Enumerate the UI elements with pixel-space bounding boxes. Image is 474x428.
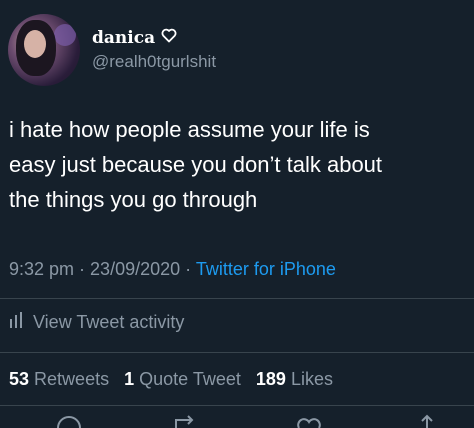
- likes-stat[interactable]: 189 Likes: [256, 369, 333, 389]
- author-handle[interactable]: @realh0tgurlshit: [92, 52, 216, 72]
- quote-tweets-stat[interactable]: 1 Quote Tweet: [124, 369, 241, 389]
- display-name-text: danica: [92, 28, 156, 48]
- author-names: danica @realh0tgurlshit: [92, 28, 216, 72]
- likes-label: Likes: [290, 369, 333, 389]
- avatar-face: [24, 30, 46, 58]
- meta-separator: ·: [74, 259, 91, 279]
- heart-outline-icon: [161, 28, 177, 48]
- avatar-background: [54, 24, 76, 46]
- tweet-time[interactable]: 9:32 pm: [9, 259, 74, 279]
- avatar[interactable]: [8, 14, 80, 86]
- retweets-stat[interactable]: 53 Retweets: [9, 369, 109, 389]
- meta-separator: ·: [180, 259, 196, 279]
- divider: [0, 352, 474, 353]
- tweet-text: i hate how people assume your life is ea…: [9, 117, 383, 212]
- retweet-icon[interactable]: [172, 414, 198, 428]
- divider: [0, 298, 474, 299]
- likes-count: 189: [255, 369, 286, 389]
- retweets-count: 53: [9, 369, 30, 389]
- tweet-date[interactable]: 23/09/2020: [90, 259, 180, 279]
- retweets-label: Retweets: [34, 369, 110, 389]
- tweet-source-link[interactable]: Twitter for iPhone: [196, 259, 336, 279]
- divider: [0, 405, 474, 406]
- tweet-meta: 9:32 pm · 23/09/2020 · Twitter for iPhon…: [9, 259, 336, 280]
- view-tweet-activity-label: View Tweet activity: [33, 312, 185, 332]
- quote-tweets-count: 1: [124, 369, 135, 389]
- like-icon[interactable]: [296, 414, 322, 428]
- share-icon[interactable]: [416, 414, 438, 428]
- bar-chart-icon: [9, 312, 23, 333]
- quote-tweets-label: Quote Tweet: [139, 369, 241, 389]
- author-display-name[interactable]: danica: [92, 28, 216, 48]
- tweet-stats: 53 Retweets 1 Quote Tweet 189 Likes: [9, 369, 343, 390]
- view-tweet-activity-button[interactable]: View Tweet activity: [9, 312, 184, 333]
- reply-icon[interactable]: [56, 414, 82, 428]
- tweet-header: danica @realh0tgurlshit: [8, 14, 216, 86]
- tweet-action-bar: [0, 414, 474, 428]
